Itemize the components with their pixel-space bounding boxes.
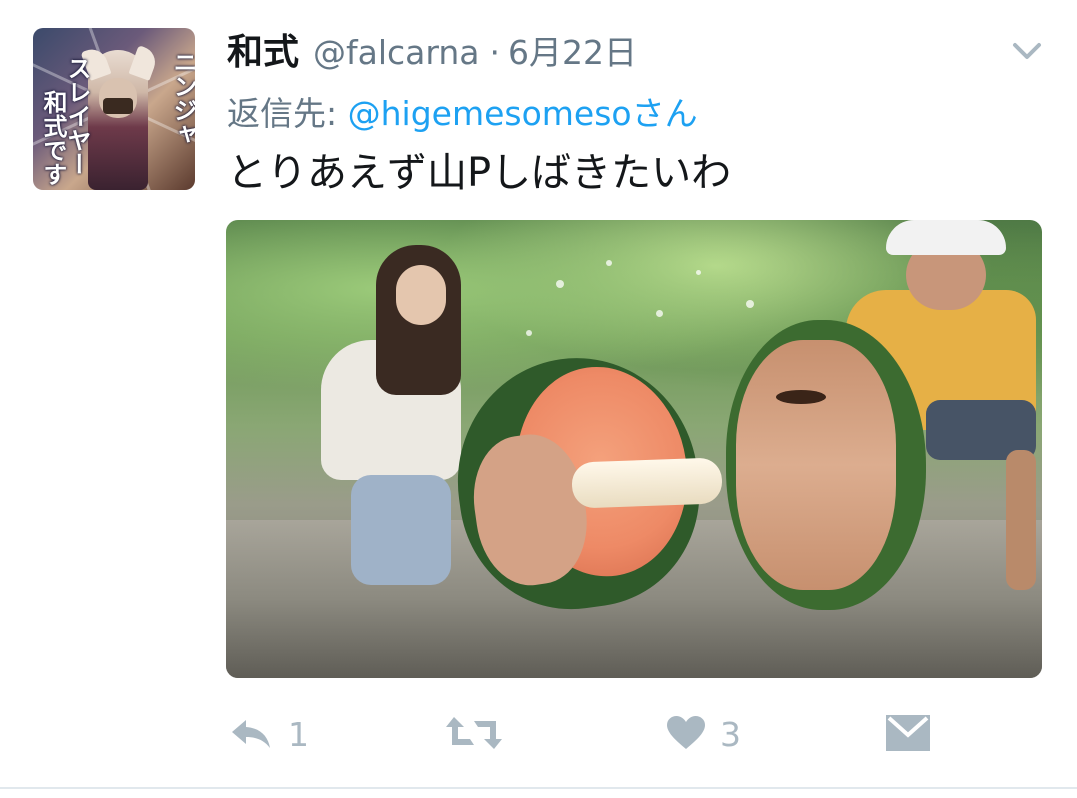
reply-icon [228, 716, 274, 754]
direct-message-button[interactable] [886, 705, 930, 765]
author-handle[interactable]: @falcarna [313, 28, 480, 78]
tweet-text: とりあえず山Pしばきたいわ [227, 150, 732, 196]
tweet-card[interactable]: ニンジャ スレイヤー 和式です 和式 @falcarna · 6月22日 返信先… [0, 0, 1077, 798]
envelope-icon [886, 715, 930, 755]
avatar-text-line: 和式です [39, 90, 67, 186]
tweet-date[interactable]: 6月22日 [508, 28, 637, 78]
photo-watermelon-right [726, 320, 926, 610]
avatar[interactable]: ニンジャ スレイヤー 和式です [33, 28, 195, 190]
reply-to-link[interactable]: @higemesomesoさん [348, 94, 698, 133]
photo-splash [696, 270, 701, 275]
retweet-button[interactable] [446, 705, 516, 765]
reply-count: 1 [288, 715, 309, 754]
chevron-down-icon[interactable] [1012, 40, 1042, 62]
heart-icon [666, 715, 706, 755]
tweet-header: 和式 @falcarna · 6月22日 [227, 28, 637, 78]
like-count: 3 [720, 715, 741, 754]
photo-person-left [321, 245, 471, 605]
tweet-divider [0, 787, 1077, 789]
photo-splash [656, 310, 663, 317]
reply-context: 返信先: @higemesomesoさん [227, 92, 698, 136]
reply-button[interactable]: 1 [228, 705, 309, 765]
like-button[interactable]: 3 [666, 705, 741, 765]
tweet-actions: 1 3 [226, 705, 1042, 765]
tweet-photo[interactable] [226, 220, 1042, 678]
retweet-icon [446, 715, 502, 755]
author-name[interactable]: 和式 [227, 28, 299, 78]
photo-splash [746, 300, 754, 308]
photo-splash [526, 330, 532, 336]
avatar-text-line: スレイヤー [63, 56, 91, 176]
photo-splash [606, 260, 612, 266]
avatar-text-line: ニンジャ [169, 50, 195, 146]
reply-label: 返信先: [227, 94, 338, 133]
photo-stick [571, 457, 723, 509]
avatar-mask [103, 98, 133, 114]
header-separator: · [489, 33, 501, 72]
photo-splash [556, 280, 564, 288]
